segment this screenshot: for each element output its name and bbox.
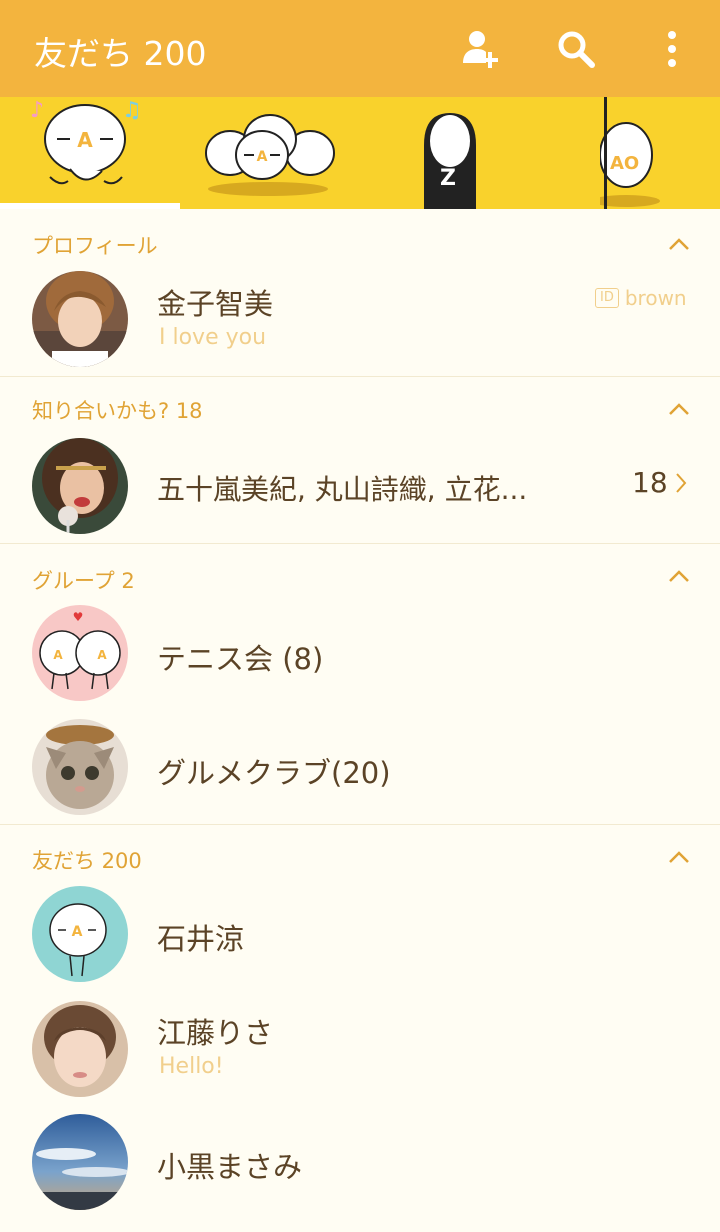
active-tab-indicator [0, 203, 180, 209]
friend-name: 小黒まさみ [157, 1150, 303, 1184]
id-value: brown [624, 286, 687, 310]
tab-timeline[interactable]: Z [410, 97, 500, 209]
section-title-groups: グループ 2 [32, 569, 135, 593]
tab-friends-label: A [77, 128, 93, 152]
tab-bar: ♪ ♫ A A Z AO [0, 97, 720, 209]
tab-chats-label: A [257, 149, 268, 165]
svg-text:A: A [72, 924, 83, 940]
avatar-profile[interactable] [32, 271, 128, 367]
app-header: 友だち 200 [0, 0, 720, 97]
profile-status: I love you [159, 325, 267, 350]
svg-text:♫: ♫ [122, 98, 142, 123]
collapse-recommend-icon[interactable] [667, 401, 691, 417]
page-title: 友だち 200 [34, 34, 207, 73]
friend-name: 石井涼 [157, 922, 245, 956]
svg-text:A: A [53, 648, 63, 662]
tab-more[interactable]: AO [600, 97, 720, 209]
divider [0, 376, 720, 377]
profile-id: ID brown [595, 286, 687, 310]
recommend-count: 18 [632, 466, 668, 499]
search-icon[interactable] [552, 25, 600, 73]
avatar-friend-2[interactable] [32, 1001, 128, 1097]
svg-text:♥: ♥ [73, 610, 84, 624]
recommend-names: 五十嵐美紀, 丸山詩織, 立花... [157, 473, 528, 506]
divider [0, 824, 720, 825]
collapse-friends-icon[interactable] [667, 849, 691, 865]
more-icon[interactable] [650, 25, 698, 73]
collapse-profile-icon[interactable] [667, 236, 691, 252]
svg-text:A: A [97, 648, 107, 662]
avatar-recommend[interactable] [32, 438, 128, 534]
tab-chats[interactable]: A [200, 97, 340, 209]
tab-timeline-label: Z [440, 166, 456, 191]
section-title-profile: プロフィール [32, 234, 158, 258]
tab-more-label: AO [610, 153, 639, 174]
friend-name: 江藤りさ [157, 1016, 274, 1050]
id-badge: ID [595, 288, 619, 308]
friend-status: Hello! [159, 1054, 224, 1079]
avatar-group-tennis[interactable]: ♥ A A [32, 605, 128, 701]
divider [0, 543, 720, 544]
section-title-recommend: 知り合いかも? 18 [32, 399, 203, 423]
svg-text:♪: ♪ [30, 98, 44, 123]
avatar-group-gourmet[interactable] [32, 719, 128, 815]
chevron-right-icon[interactable] [674, 471, 688, 495]
avatar-friend-3[interactable] [32, 1114, 128, 1210]
add-friend-icon[interactable] [455, 25, 503, 73]
section-title-friends: 友だち 200 [32, 849, 142, 873]
collapse-groups-icon[interactable] [667, 568, 691, 584]
group-name: テニス会 (8) [157, 642, 324, 676]
group-name: グルメクラブ(20) [157, 756, 391, 790]
profile-name: 金子智美 [157, 287, 274, 321]
avatar-friend-1[interactable]: A [32, 886, 128, 982]
tab-friends[interactable]: ♪ ♫ A [20, 97, 170, 209]
